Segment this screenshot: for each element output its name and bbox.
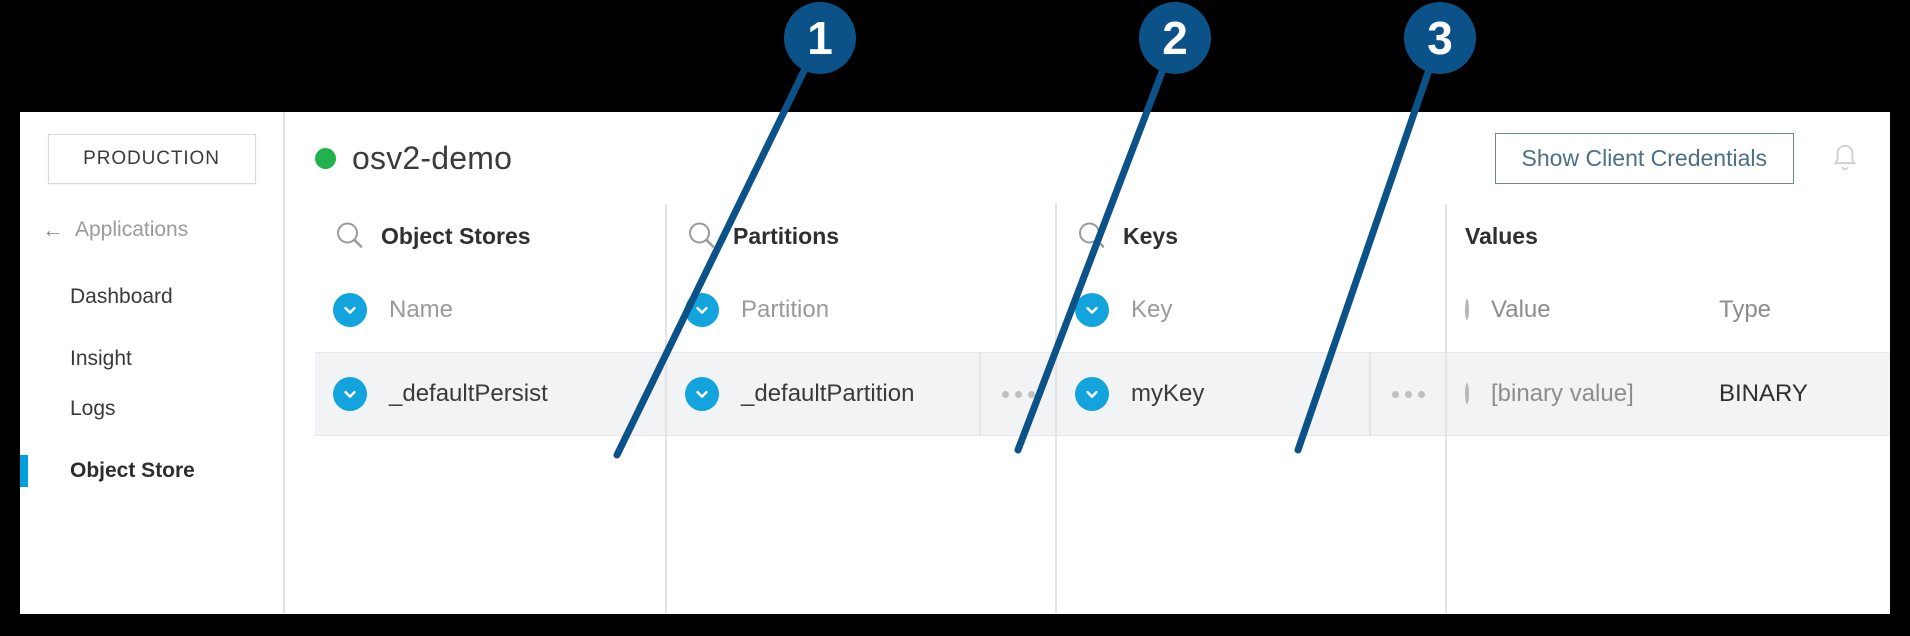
sidebar-item-insight[interactable]: Insight [20,342,283,376]
sidebar-item-logs[interactable]: Logs [20,392,283,426]
chevron-down-icon[interactable] [1075,377,1109,411]
column-title: Values [1465,222,1538,249]
row-overflow-menu-button[interactable] [979,353,1055,435]
column-subheader-label: Partition [741,296,830,323]
content-header: osv2-demo Show Client Credentials [285,112,1890,204]
sidebar-item-label: Logs [70,397,116,420]
column-subheader-row: Key [1057,268,1445,352]
chevron-down-icon[interactable] [333,293,367,327]
bell-icon[interactable] [1830,142,1860,174]
row-value-label: [binary value] [1491,380,1634,407]
sidebar: PRODUCTION ← Applications Dashboard Insi… [20,112,285,614]
callout-badge-3: 3 [1404,2,1476,74]
environment-selector[interactable]: PRODUCTION [47,134,256,184]
column-subheader-label: Name [389,296,454,323]
column-partitions: Partitions Partition _defaultPartition [665,204,1055,614]
sidebar-item-object-store[interactable]: Object Store [20,454,283,488]
column-values: Values Value Type [binary value] BINARY [1445,204,1890,614]
column-subheader-label-value: Value [1491,296,1551,323]
chevron-down-icon[interactable] [685,377,719,411]
row-overflow-menu-button[interactable] [1369,353,1445,435]
callout-badge-2: 2 [1139,2,1211,74]
search-icon[interactable] [685,219,719,253]
chevron-down-icon[interactable] [333,377,367,411]
content-area: osv2-demo Show Client Credentials Object… [285,112,1890,614]
ellipsis-icon [1001,390,1035,398]
table-row[interactable]: _defaultPersist [315,352,665,436]
select-circle-icon[interactable] [1447,299,1469,320]
table-row[interactable]: [binary value] BINARY [1447,352,1890,436]
column-subheader-row: Partition [667,268,1055,352]
column-title: Object Stores [381,222,531,249]
chevron-down-icon[interactable] [685,293,719,327]
column-title: Keys [1123,222,1178,249]
object-store-browser: Object Stores Name _defaultPersist Parti… [315,204,1890,614]
row-value-label: _defaultPartition [741,380,915,407]
select-circle-icon[interactable] [1447,383,1469,404]
column-subheader-row: Name [315,268,665,352]
page-title: osv2-demo [352,139,513,176]
sidebar-item-dashboard[interactable]: Dashboard [20,280,283,314]
chevron-down-icon[interactable] [1075,293,1109,327]
header-actions: Show Client Credentials [1494,132,1860,184]
search-icon[interactable] [333,219,367,253]
column-header-values: Values [1447,204,1890,268]
column-subheader-label: Key [1131,296,1173,323]
active-indicator-bar [20,455,28,487]
application-panel: PRODUCTION ← Applications Dashboard Insi… [20,112,1890,614]
column-subheader-label-type: Type [1719,296,1772,323]
sidebar-item-label: Object Store [70,459,195,482]
back-arrow-icon: ← [42,217,64,242]
column-object-stores: Object Stores Name _defaultPersist [315,204,665,614]
table-row[interactable]: myKey [1057,352,1445,436]
column-header-keys: Keys [1057,204,1445,268]
column-title: Partitions [733,222,840,249]
show-client-credentials-button[interactable]: Show Client Credentials [1494,132,1794,184]
row-value-label: _defaultPersist [389,380,548,407]
sidebar-item-label: Dashboard [70,285,173,308]
back-to-applications-link[interactable]: ← Applications [20,218,283,242]
table-row[interactable]: _defaultPartition [667,352,1055,436]
column-keys: Keys Key myKey [1055,204,1445,614]
column-header-partitions: Partitions [667,204,1055,268]
search-icon[interactable] [1075,219,1109,253]
back-link-label: Applications [75,218,189,241]
sidebar-item-label: Insight [70,347,132,370]
column-header-object-stores: Object Stores [315,204,665,268]
screenshot-stage: PRODUCTION ← Applications Dashboard Insi… [0,0,1910,636]
callout-badge-1: 1 [784,2,856,74]
row-value-label: myKey [1131,380,1205,407]
row-type-label: BINARY [1719,380,1808,407]
status-indicator-dot [315,147,336,169]
column-subheader-row: Value Type [1447,268,1890,352]
ellipsis-icon [1391,390,1425,398]
